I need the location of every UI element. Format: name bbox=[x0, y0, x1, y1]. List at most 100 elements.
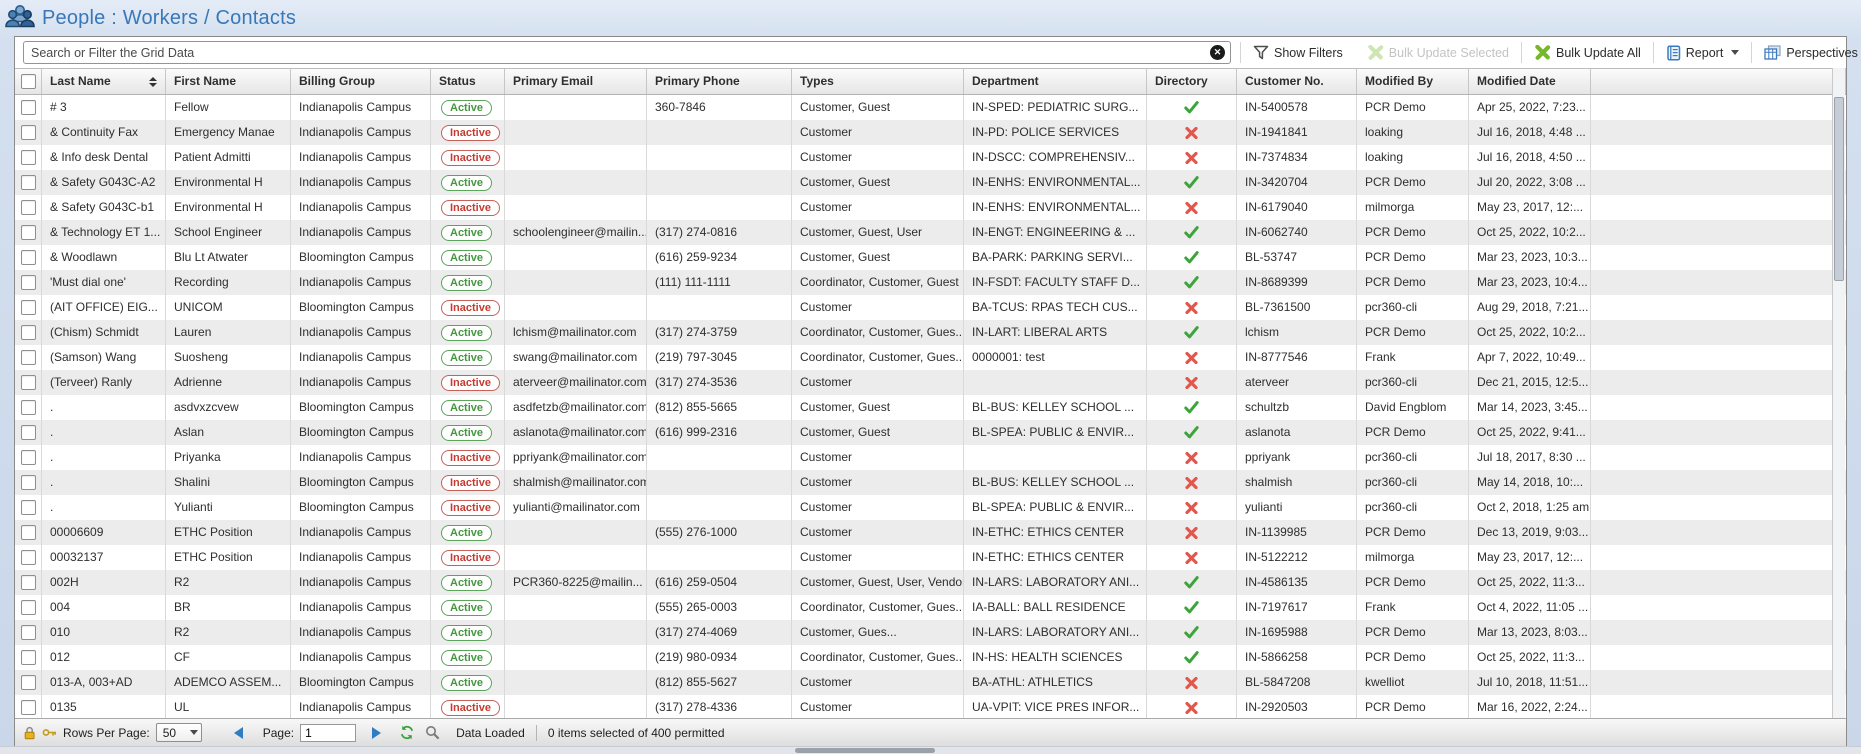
table-row[interactable]: 00006609ETHC PositionIndianapolis Campus… bbox=[15, 520, 1846, 545]
column-header-first-name[interactable]: First Name bbox=[166, 69, 291, 94]
status-badge: Active bbox=[441, 425, 492, 441]
bulk-update-selected-button[interactable]: Bulk Update Selected bbox=[1364, 45, 1512, 60]
row-checkbox[interactable] bbox=[21, 325, 36, 340]
table-row[interactable]: .asdvxzcvewBloomington CampusActiveasdfe… bbox=[15, 395, 1846, 420]
table-row[interactable]: (Terveer) RanlyAdrienneIndianapolis Camp… bbox=[15, 370, 1846, 395]
column-header-modified-date[interactable]: Modified Date bbox=[1469, 69, 1591, 94]
row-checkbox[interactable] bbox=[21, 450, 36, 465]
horizontal-scrollbar-thumb[interactable] bbox=[795, 748, 935, 753]
select-all-checkbox[interactable] bbox=[21, 74, 36, 89]
table-row[interactable]: .ShaliniBloomington CampusInactiveshalmi… bbox=[15, 470, 1846, 495]
row-checkbox[interactable] bbox=[21, 175, 36, 190]
table-row[interactable]: 'Must dial one'RecordingIndianapolis Cam… bbox=[15, 270, 1846, 295]
toolbar-divider bbox=[1653, 42, 1654, 63]
clear-search-icon[interactable]: ✕ bbox=[1210, 45, 1225, 60]
table-row[interactable]: .YuliantiBloomington CampusInactiveyulia… bbox=[15, 495, 1846, 520]
column-header-types[interactable]: Types bbox=[792, 69, 964, 94]
row-checkbox[interactable] bbox=[21, 225, 36, 240]
rows-per-page-select[interactable]: 50 bbox=[156, 723, 202, 742]
cell-phone: (317) 274-3759 bbox=[647, 320, 792, 345]
table-row[interactable]: (Samson) WangSuoshengIndianapolis Campus… bbox=[15, 345, 1846, 370]
table-row[interactable]: & Continuity FaxEmergency ManaeIndianapo… bbox=[15, 120, 1846, 145]
table-row[interactable]: 012CFIndianapolis CampusActive(219) 980-… bbox=[15, 645, 1846, 670]
bulk-update-all-button[interactable]: Bulk Update All bbox=[1531, 45, 1644, 60]
show-filters-button[interactable]: Show Filters bbox=[1250, 45, 1346, 60]
search-input[interactable] bbox=[23, 41, 1231, 64]
column-header-customer-no[interactable]: Customer No. bbox=[1237, 69, 1357, 94]
cell-first-name: ETHC Position bbox=[166, 520, 291, 545]
column-header-billing-group[interactable]: Billing Group bbox=[291, 69, 431, 94]
cell-last-name: . bbox=[42, 420, 166, 445]
row-checkbox[interactable] bbox=[21, 500, 36, 515]
table-row[interactable]: & Technology ET 1...School EngineerIndia… bbox=[15, 220, 1846, 245]
cell-modified-date: Oct 25, 2022, 10:2... bbox=[1469, 220, 1591, 245]
status-badge: Active bbox=[441, 600, 492, 616]
column-header-filler bbox=[1591, 69, 1846, 94]
data-loaded-status: Data Loaded bbox=[456, 726, 525, 740]
table-row[interactable]: 013-A, 003+ADADEMCO ASSEM...Bloomington … bbox=[15, 670, 1846, 695]
column-header-modified-by[interactable]: Modified By bbox=[1357, 69, 1469, 94]
column-header-department[interactable]: Department bbox=[964, 69, 1147, 94]
table-row[interactable]: (Chism) SchmidtLaurenIndianapolis Campus… bbox=[15, 320, 1846, 345]
cell-billing-group: Indianapolis Campus bbox=[291, 145, 431, 170]
row-checkbox[interactable] bbox=[21, 375, 36, 390]
table-row[interactable]: 00032137ETHC PositionIndianapolis Campus… bbox=[15, 545, 1846, 570]
table-row[interactable]: 002HR2Indianapolis CampusActivePCR360-82… bbox=[15, 570, 1846, 595]
cell-first-name: Yulianti bbox=[166, 495, 291, 520]
cell-billing-group: Indianapolis Campus bbox=[291, 370, 431, 395]
row-checkbox[interactable] bbox=[21, 125, 36, 140]
next-page-button[interactable] bbox=[372, 727, 381, 739]
row-checkbox[interactable] bbox=[21, 650, 36, 665]
row-checkbox[interactable] bbox=[21, 525, 36, 540]
row-checkbox[interactable] bbox=[21, 300, 36, 315]
row-checkbox[interactable] bbox=[21, 425, 36, 440]
row-checkbox[interactable] bbox=[21, 600, 36, 615]
horizontal-scrollbar[interactable] bbox=[0, 746, 1861, 754]
refresh-icon[interactable] bbox=[399, 725, 415, 740]
row-checkbox[interactable] bbox=[21, 150, 36, 165]
cell-filler bbox=[1591, 145, 1846, 170]
table-row[interactable]: & WoodlawnBlu Lt AtwaterBloomington Camp… bbox=[15, 245, 1846, 270]
column-header-last-name[interactable]: Last Name bbox=[42, 69, 166, 94]
table-row[interactable]: 004BRIndianapolis CampusActive(555) 265-… bbox=[15, 595, 1846, 620]
column-header-directory[interactable]: Directory bbox=[1147, 69, 1237, 94]
table-row[interactable]: & Info desk DentalPatient AdmittiIndiana… bbox=[15, 145, 1846, 170]
table-row[interactable]: (AIT OFFICE) EIG...UNICOMBloomington Cam… bbox=[15, 295, 1846, 320]
row-checkbox[interactable] bbox=[21, 625, 36, 640]
status-badge: Inactive bbox=[441, 125, 500, 141]
row-checkbox[interactable] bbox=[21, 100, 36, 115]
row-checkbox[interactable] bbox=[21, 700, 36, 715]
key-icon bbox=[42, 728, 57, 737]
table-row[interactable]: .AslanBloomington CampusActiveaslanota@m… bbox=[15, 420, 1846, 445]
vertical-scrollbar-thumb[interactable] bbox=[1834, 97, 1844, 281]
table-row[interactable]: & Safety G043C-A2Environmental HIndianap… bbox=[15, 170, 1846, 195]
row-checkbox[interactable] bbox=[21, 550, 36, 565]
prev-page-button[interactable] bbox=[234, 727, 243, 739]
status-bar: Rows Per Page: 50 Page: Data Loaded 0 it… bbox=[15, 718, 1846, 746]
table-row[interactable]: # 3FellowIndianapolis CampusActive360-78… bbox=[15, 95, 1846, 120]
column-header-primary-phone[interactable]: Primary Phone bbox=[647, 69, 792, 94]
row-checkbox[interactable] bbox=[21, 675, 36, 690]
cell-email: swang@mailinator.com bbox=[505, 345, 647, 370]
row-checkbox[interactable] bbox=[21, 250, 36, 265]
row-checkbox[interactable] bbox=[21, 275, 36, 290]
sort-icon[interactable] bbox=[149, 77, 157, 87]
table-row[interactable]: 0135ULIndianapolis CampusInactive(317) 2… bbox=[15, 695, 1846, 718]
table-row[interactable]: 010R2Indianapolis CampusActive(317) 274-… bbox=[15, 620, 1846, 645]
row-checkbox[interactable] bbox=[21, 575, 36, 590]
cell-modified-date: Mar 16, 2022, 2:24... bbox=[1469, 695, 1591, 718]
row-checkbox[interactable] bbox=[21, 475, 36, 490]
column-header-status[interactable]: Status bbox=[431, 69, 505, 94]
vertical-scrollbar[interactable] bbox=[1832, 68, 1845, 718]
report-button[interactable]: Report bbox=[1663, 45, 1743, 61]
cell-status: Active bbox=[431, 95, 505, 120]
page-input[interactable] bbox=[300, 724, 356, 742]
table-row[interactable]: .PriyankaIndianapolis CampusInactiveppri… bbox=[15, 445, 1846, 470]
row-checkbox[interactable] bbox=[21, 200, 36, 215]
row-checkbox[interactable] bbox=[21, 400, 36, 415]
perspectives-button[interactable]: Perspectives bbox=[1761, 45, 1861, 60]
row-checkbox[interactable] bbox=[21, 350, 36, 365]
table-row[interactable]: & Safety G043C-b1Environmental HIndianap… bbox=[15, 195, 1846, 220]
column-header-primary-email[interactable]: Primary Email bbox=[505, 69, 647, 94]
magnifier-icon[interactable] bbox=[425, 725, 440, 740]
